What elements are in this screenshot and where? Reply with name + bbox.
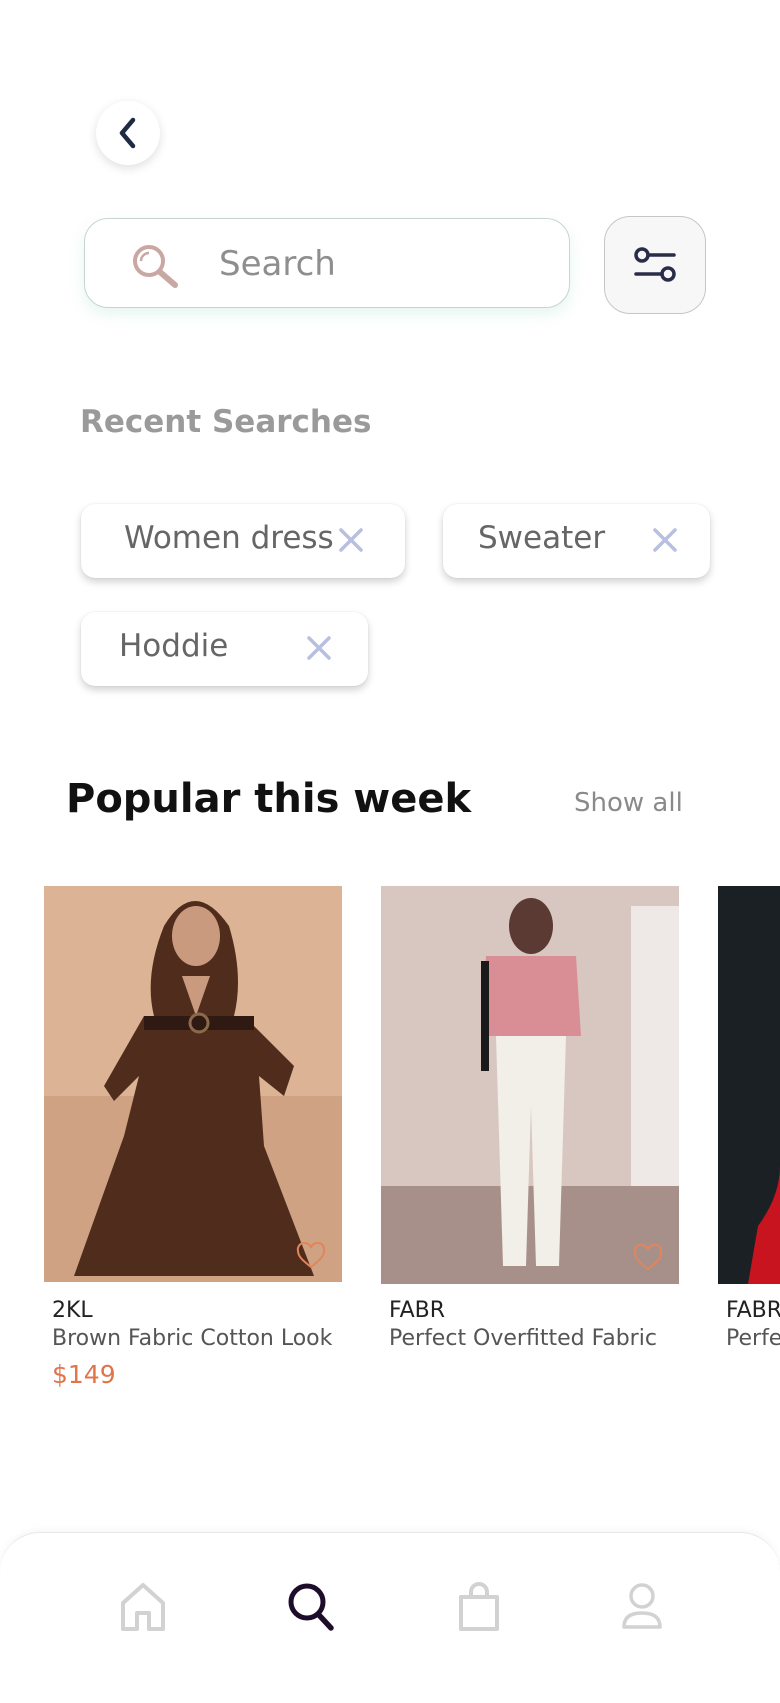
search-icon xyxy=(133,245,178,288)
nav-search[interactable] xyxy=(283,1577,339,1637)
product-brand: FABR xyxy=(726,1298,780,1323)
chip-label: Women dress xyxy=(124,520,334,556)
close-icon[interactable] xyxy=(651,526,679,554)
nav-profile[interactable] xyxy=(614,1577,670,1637)
product-price: $149 xyxy=(52,1360,116,1389)
bottom-navigation xyxy=(0,1532,780,1703)
product-image xyxy=(381,886,679,1284)
profile-icon xyxy=(622,1583,662,1629)
heart-icon[interactable] xyxy=(296,1242,326,1270)
product-card[interactable]: FABR Perfe xyxy=(718,886,780,1366)
back-button[interactable] xyxy=(96,101,160,165)
heart-icon[interactable] xyxy=(633,1244,663,1272)
close-icon[interactable] xyxy=(305,634,333,662)
nav-bag[interactable] xyxy=(451,1577,507,1637)
product-brand: FABR xyxy=(389,1298,446,1323)
product-name: Perfect Overfitted Fabric xyxy=(389,1326,657,1351)
sliders-icon xyxy=(634,247,676,282)
filter-button[interactable] xyxy=(604,216,706,314)
product-name: Brown Fabric Cotton Look xyxy=(52,1326,333,1351)
product-image xyxy=(718,886,780,1284)
product-card[interactable]: FABR Perfect Overfitted Fabric xyxy=(381,886,679,1351)
search-input[interactable] xyxy=(217,239,541,289)
show-all-link[interactable]: Show all xyxy=(574,788,683,818)
chip-label: Sweater xyxy=(478,520,606,556)
recent-chip-hoddie[interactable]: Hoddie xyxy=(81,612,368,686)
search-icon xyxy=(288,1583,334,1631)
chip-label: Hoddie xyxy=(119,628,229,664)
recent-chip-sweater[interactable]: Sweater xyxy=(443,504,710,578)
product-card[interactable]: 2KL Brown Fabric Cotton Look $149 xyxy=(44,886,342,1389)
shopping-bag-icon xyxy=(459,1582,499,1631)
home-icon xyxy=(121,1583,165,1631)
recent-searches-title: Recent Searches xyxy=(80,404,372,440)
product-brand: 2KL xyxy=(52,1298,93,1323)
nav-home[interactable] xyxy=(115,1577,171,1637)
close-icon[interactable] xyxy=(337,526,365,554)
search-bar[interactable] xyxy=(84,218,570,308)
popular-title: Popular this week xyxy=(66,776,472,822)
product-image xyxy=(44,886,342,1282)
chevron-left-icon xyxy=(119,117,136,149)
recent-chip-women-dress[interactable]: Women dress xyxy=(81,504,405,578)
product-name: Perfe xyxy=(726,1326,780,1351)
